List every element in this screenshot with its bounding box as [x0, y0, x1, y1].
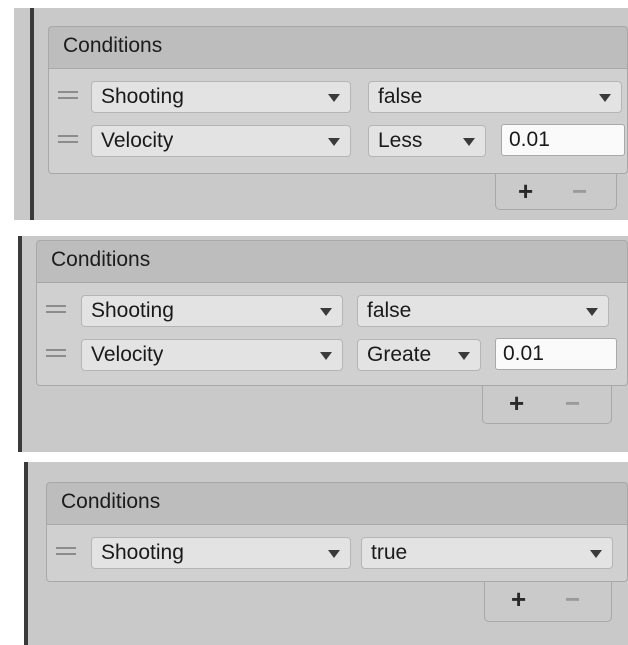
parameter-label: Shooting — [101, 541, 184, 564]
drag-handle-icon[interactable] — [56, 547, 76, 559]
chevron-down-icon — [320, 308, 332, 316]
parameter-dropdown[interactable]: Shooting — [91, 537, 351, 569]
conditions-title: Conditions — [61, 490, 161, 513]
drag-handle-icon[interactable] — [58, 91, 78, 103]
chevron-down-icon — [590, 550, 602, 558]
conditions-header: Conditions — [48, 26, 628, 68]
conditions-panel-3: Conditions Shooting true + − — [24, 462, 628, 645]
panel-edge — [24, 462, 28, 645]
conditions-panel-1: Conditions Shooting false Velocity Less … — [14, 8, 628, 220]
conditions-panel-2: Conditions Shooting false Velocity Great… — [18, 236, 628, 452]
mode-label: Greate — [367, 343, 432, 366]
chevron-down-icon — [328, 138, 340, 146]
remove-condition-button[interactable]: − — [565, 584, 580, 615]
conditions-title: Conditions — [51, 248, 151, 271]
add-remove-footer: + − — [482, 386, 612, 424]
add-condition-button[interactable]: + — [518, 176, 533, 207]
conditions-header: Conditions — [36, 240, 628, 282]
drag-handle-icon[interactable] — [58, 135, 78, 147]
remove-condition-button[interactable]: − — [572, 176, 587, 207]
chevron-down-icon — [320, 352, 332, 360]
conditions-list: Shooting false Velocity Less 0.01 — [48, 68, 628, 174]
parameter-label: Velocity — [101, 129, 174, 152]
value-label: false — [367, 299, 412, 322]
chevron-down-icon — [586, 308, 598, 316]
value-dropdown[interactable]: false — [368, 81, 622, 113]
value-label: false — [378, 85, 423, 108]
chevron-down-icon — [328, 550, 340, 558]
chevron-down-icon — [328, 94, 340, 102]
mode-label: Less — [378, 129, 423, 152]
value-dropdown[interactable]: true — [361, 537, 613, 569]
parameter-dropdown[interactable]: Shooting — [91, 81, 351, 113]
drag-handle-icon[interactable] — [46, 305, 66, 317]
parameter-label: Velocity — [91, 343, 164, 366]
threshold-value: 0.01 — [503, 342, 544, 365]
parameter-label: Shooting — [101, 85, 184, 108]
conditions-list: Shooting true — [46, 524, 628, 582]
parameter-dropdown[interactable]: Shooting — [81, 295, 343, 327]
remove-condition-button[interactable]: − — [565, 388, 580, 419]
mode-dropdown[interactable]: Less — [368, 125, 486, 157]
chevron-down-icon — [599, 94, 611, 102]
parameter-label: Shooting — [91, 299, 174, 322]
add-condition-button[interactable]: + — [511, 584, 526, 615]
conditions-title: Conditions — [63, 34, 163, 57]
threshold-field[interactable]: 0.01 — [501, 124, 625, 156]
mode-dropdown[interactable]: Greate — [357, 339, 481, 371]
chevron-down-icon — [463, 138, 475, 146]
threshold-value: 0.01 — [509, 128, 550, 151]
parameter-dropdown[interactable]: Velocity — [81, 339, 343, 371]
conditions-list: Shooting false Velocity Greate 0.01 — [36, 282, 628, 386]
add-remove-footer: + − — [495, 174, 617, 210]
threshold-field[interactable]: 0.01 — [495, 338, 617, 370]
panel-edge — [18, 236, 22, 452]
panel-edge — [30, 8, 34, 220]
parameter-dropdown[interactable]: Velocity — [91, 125, 351, 157]
drag-handle-icon[interactable] — [46, 349, 66, 361]
value-label: true — [371, 541, 408, 564]
conditions-header: Conditions — [46, 482, 628, 524]
add-remove-footer: + − — [484, 582, 612, 622]
value-dropdown[interactable]: false — [357, 295, 609, 327]
chevron-down-icon — [458, 352, 470, 360]
add-condition-button[interactable]: + — [509, 388, 524, 419]
